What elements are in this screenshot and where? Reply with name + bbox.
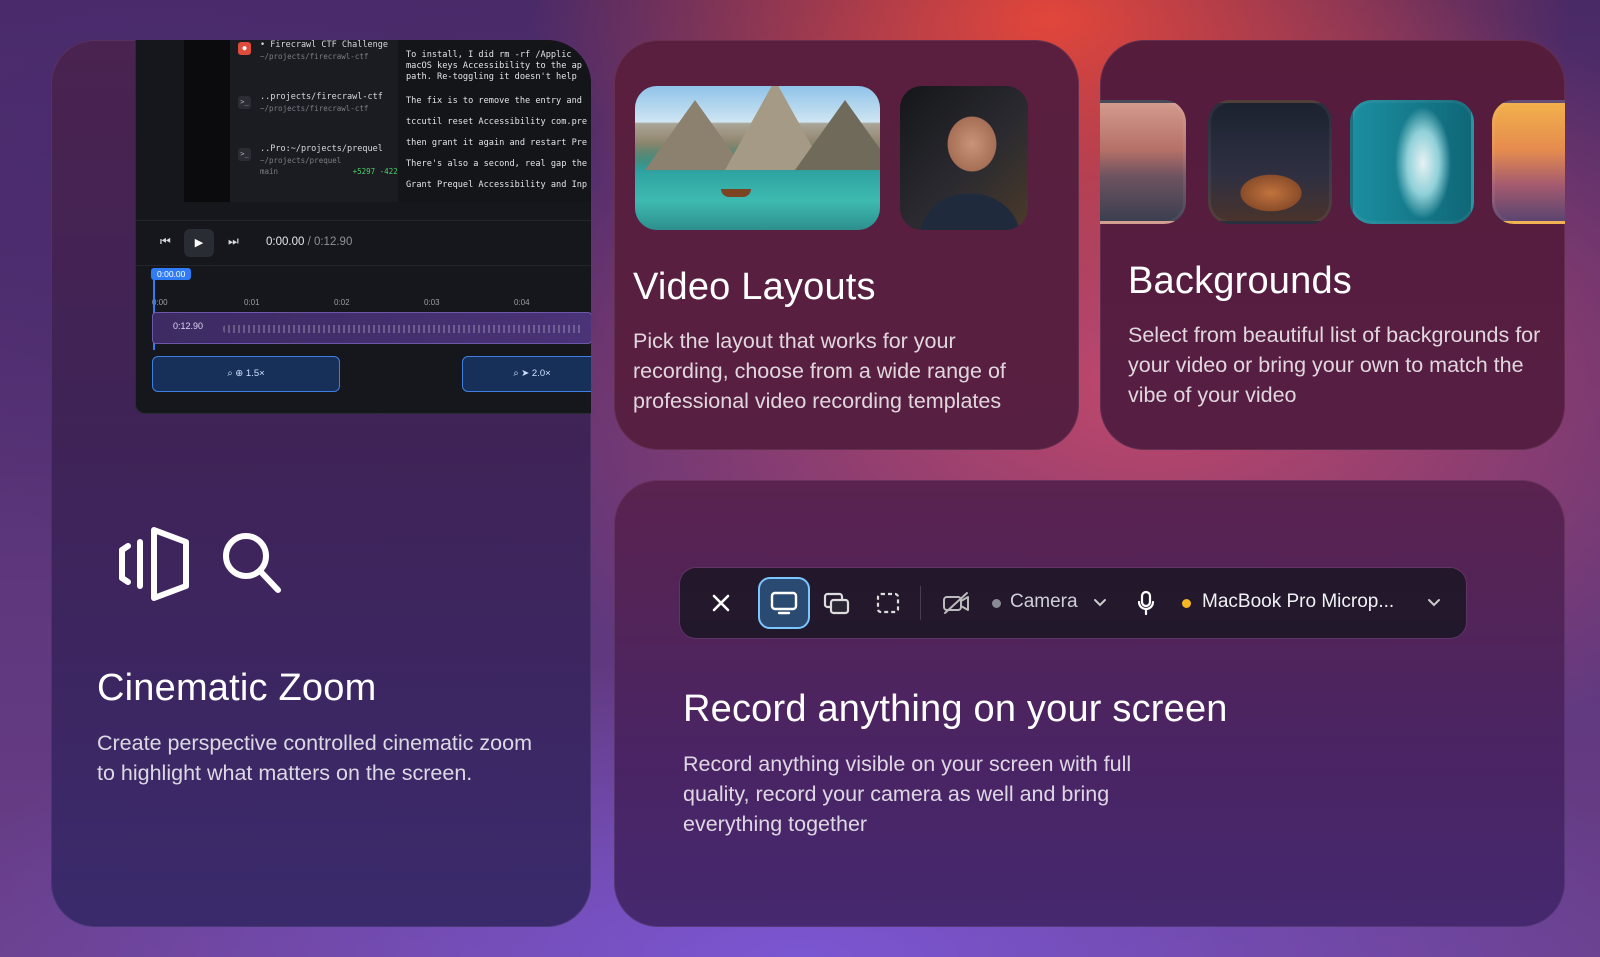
background-thumbnail[interactable] — [1350, 100, 1474, 224]
playback-controls: ⏮ ▶ ⏭ 0:00.00 / 0:12.90 — [136, 220, 591, 266]
record-window-button[interactable] — [814, 568, 858, 638]
background-thumbnail[interactable] — [1100, 100, 1186, 224]
terminal-output: To install, I did rm -rf /Applic macOS k… — [398, 40, 591, 202]
card-description: Pick the layout that works for your reco… — [633, 329, 1006, 413]
zoom-level: 2.0× — [531, 368, 551, 379]
terminal-line: macOS keys Accessibility to the ap — [406, 61, 582, 71]
terminal-line: tccutil reset Accessibility com.pre — [406, 117, 588, 127]
card-description: Record anything visible on your screen w… — [683, 752, 1132, 836]
terminal-line: path. Re-toggling it doesn't help — [406, 72, 577, 82]
clip-duration: 0:12.90 — [173, 321, 204, 331]
terminal-line: There's also a second, real gap the — [406, 159, 588, 169]
camera-layout-thumbnail[interactable] — [900, 86, 1028, 230]
cinematic-zoom-card: ● • Firecrawl CTF Challenge ~/projects/f… — [51, 40, 591, 927]
terminal-line: The fix is to remove the entry and — [406, 96, 582, 106]
tick-label: 0:04 — [514, 298, 530, 307]
background-thumbnail[interactable] — [1208, 100, 1332, 224]
card-description: Select from beautiful list of background… — [1128, 323, 1541, 407]
background-thumbnail[interactable] — [1492, 100, 1565, 224]
session-item[interactable]: >_ ..Pro:~/projects/prequel ~/projects/p… — [238, 144, 398, 177]
card-title: Cinematic Zoom — [97, 667, 377, 709]
clip-track[interactable]: 0:12.90 — [152, 312, 591, 344]
session-name: • Firecrawl CTF Challenge — [260, 40, 388, 50]
recording-toolbar: Camera MacBook Pro Microp... — [680, 568, 1466, 638]
record-screen-card: Camera MacBook Pro Microp... Record anyt… — [614, 480, 1565, 927]
display-icon — [758, 568, 810, 638]
timeline-ruler: 0:00 0:01 0:02 0:03 0:04 — [152, 288, 591, 310]
session-branch: main — [260, 167, 279, 176]
total-time: / 0:12.90 — [307, 236, 353, 248]
microphone-select[interactable]: MacBook Pro Microp... — [1202, 591, 1394, 613]
card-title: Record anything on your screen — [683, 688, 1228, 730]
card-title: Video Layouts — [633, 266, 876, 308]
playhead-label: 0:00.00 — [151, 268, 192, 280]
card-description: Create perspective controlled cinematic … — [97, 731, 532, 785]
terminal-line: To install, I did rm -rf /Applic — [406, 50, 572, 60]
zoom-icon: ⌕ ⊕ — [227, 368, 246, 379]
audio-waveform — [223, 325, 583, 333]
time-readout: 0:00.00 / 0:12.90 — [266, 236, 352, 248]
session-name: ..projects/firecrawl-ctf — [260, 92, 383, 102]
session-path: ~/projects/prequel — [260, 156, 342, 165]
zoom-icon: ⌕ ➤ — [513, 368, 532, 379]
video-layouts-card: Video Layouts Pick the layout that works… — [614, 40, 1079, 450]
landscape-layout-thumbnail[interactable] — [635, 86, 880, 230]
camera-toggle-button[interactable] — [934, 568, 978, 638]
zoom-level: 1.5× — [245, 368, 265, 379]
terminal-line: Grant Prequel Accessibility and Inp — [406, 180, 588, 190]
session-item[interactable]: ● • Firecrawl CTF Challenge ~/projects/f… — [238, 40, 388, 62]
play-button[interactable]: ▶ — [184, 229, 214, 257]
zoom-segment[interactable]: ⌕ ➤ 2.0× — [462, 356, 591, 392]
camera-select[interactable]: Camera — [1010, 591, 1078, 613]
boat-icon — [721, 189, 751, 197]
terminal-icon: >_ — [238, 96, 251, 109]
cinematic-zoom-icon — [119, 527, 281, 601]
skip-forward-icon[interactable]: ⏭ — [228, 234, 239, 249]
session-diff: +5297 -422 — [352, 167, 398, 176]
session-path: ~/projects/firecrawl-ctf — [260, 52, 369, 61]
tick-label: 0:03 — [424, 298, 440, 307]
window-icon — [823, 592, 850, 615]
current-time: 0:00.00 — [266, 236, 305, 248]
session-path: ~/projects/firecrawl-ctf — [260, 104, 369, 113]
camera-chevron-down-icon[interactable] — [1088, 568, 1112, 638]
toolbar-divider — [920, 586, 921, 620]
backgrounds-card: Backgrounds Select from beautiful list o… — [1100, 40, 1565, 450]
mic-status-dot — [1182, 599, 1191, 608]
session-name: ..Pro:~/projects/prequel — [260, 144, 383, 154]
card-title: Backgrounds — [1128, 260, 1353, 302]
tick-label: 0:01 — [244, 298, 260, 307]
session-list: ● • Firecrawl CTF Challenge ~/projects/f… — [230, 40, 398, 202]
editor-preview-strip — [184, 40, 230, 202]
close-button[interactable] — [698, 568, 744, 638]
stop-icon: ● — [238, 42, 251, 55]
session-item[interactable]: >_ ..projects/firecrawl-ctf ~/projects/f… — [238, 92, 383, 114]
selection-area-icon — [876, 592, 900, 614]
microphone-icon[interactable] — [1128, 568, 1164, 638]
editor-screenshot: ● • Firecrawl CTF Challenge ~/projects/f… — [135, 40, 591, 414]
close-icon — [712, 594, 730, 612]
record-area-button[interactable] — [866, 568, 910, 638]
camera-off-icon — [943, 592, 969, 614]
tick-label: 0:02 — [334, 298, 350, 307]
mic-chevron-down-icon[interactable] — [1422, 568, 1446, 638]
camera-status-dot — [992, 599, 1001, 608]
skip-back-icon[interactable]: ⏮ — [160, 234, 171, 249]
terminal-icon: >_ — [238, 148, 251, 161]
terminal-line: then grant it again and restart Pre — [406, 138, 588, 148]
zoom-segment[interactable]: ⌕ ⊕ 1.5× — [152, 356, 340, 392]
